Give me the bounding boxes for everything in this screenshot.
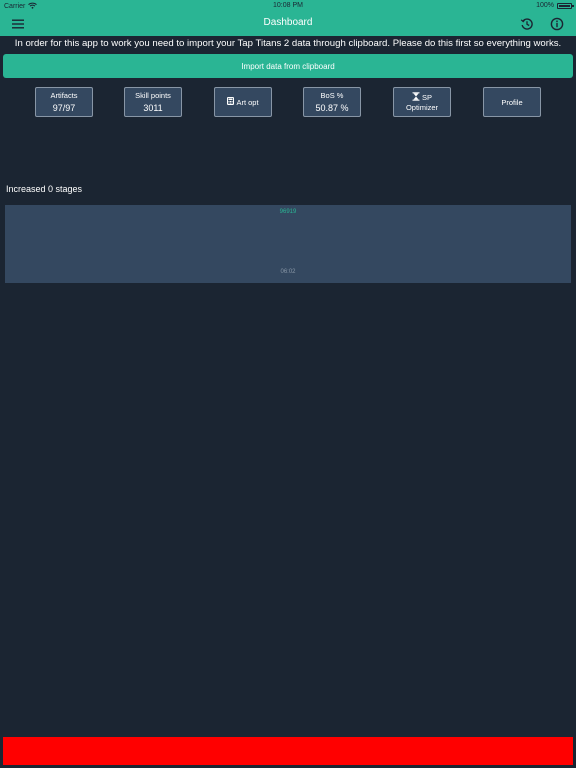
art-opt-button[interactable]: Art opt: [214, 87, 272, 117]
hourglass-icon: [412, 92, 420, 103]
sp-optimizer-top-row: SP: [412, 92, 432, 103]
artifacts-tile[interactable]: Artifacts 97/97: [35, 87, 93, 117]
status-time: 10:08 PM: [273, 2, 303, 9]
bos-value: 50.87 %: [315, 103, 349, 113]
skill-points-tile[interactable]: Skill points 3011: [124, 87, 182, 117]
history-icon[interactable]: [519, 16, 535, 32]
skill-points-value: 3011: [143, 103, 163, 113]
status-bar: Carrier 10:08 PM 100%: [0, 0, 576, 12]
sp-optimizer-label-2: Optimizer: [405, 103, 439, 112]
bos-label: BoS %: [320, 91, 344, 100]
battery-percent: 100%: [536, 2, 554, 9]
art-opt-label: Art opt: [236, 97, 259, 107]
graph-time-label: 06:02: [280, 269, 296, 275]
header: Carrier 10:08 PM 100% Dashboard: [0, 0, 576, 36]
graph-value-label: 96919: [279, 209, 297, 215]
page-title: Dashboard: [263, 17, 313, 28]
artifacts-value: 97/97: [52, 103, 76, 113]
calculator-icon: [227, 97, 235, 107]
ad-banner[interactable]: [3, 737, 573, 765]
info-icon[interactable]: [549, 16, 565, 32]
art-opt-content: Art opt: [215, 88, 271, 116]
sp-optimizer-label-1: SP: [421, 93, 432, 102]
battery-icon: [557, 2, 574, 9]
nav-bar: Dashboard: [0, 12, 576, 36]
import-clipboard-button[interactable]: Import data from clipboard: [3, 54, 573, 78]
sp-optimizer-content: SP Optimizer: [394, 88, 450, 116]
artifacts-label: Artifacts: [50, 91, 78, 100]
profile-content: Profile: [484, 88, 540, 116]
bos-tile[interactable]: BoS % 50.87 %: [303, 87, 361, 117]
stage-graph: 96919 06:02: [5, 205, 571, 283]
sp-optimizer-button[interactable]: SP Optimizer: [393, 87, 451, 117]
stages-increase-label: Increased 0 stages: [6, 184, 83, 194]
app-root: Carrier 10:08 PM 100% Dashboard In order…: [0, 0, 576, 768]
profile-button[interactable]: Profile: [483, 87, 541, 117]
profile-label: Profile: [501, 97, 523, 107]
skill-points-label: Skill points: [135, 91, 171, 100]
status-battery: 100%: [536, 2, 574, 9]
import-instructions: In order for this app to work you need t…: [14, 38, 562, 49]
